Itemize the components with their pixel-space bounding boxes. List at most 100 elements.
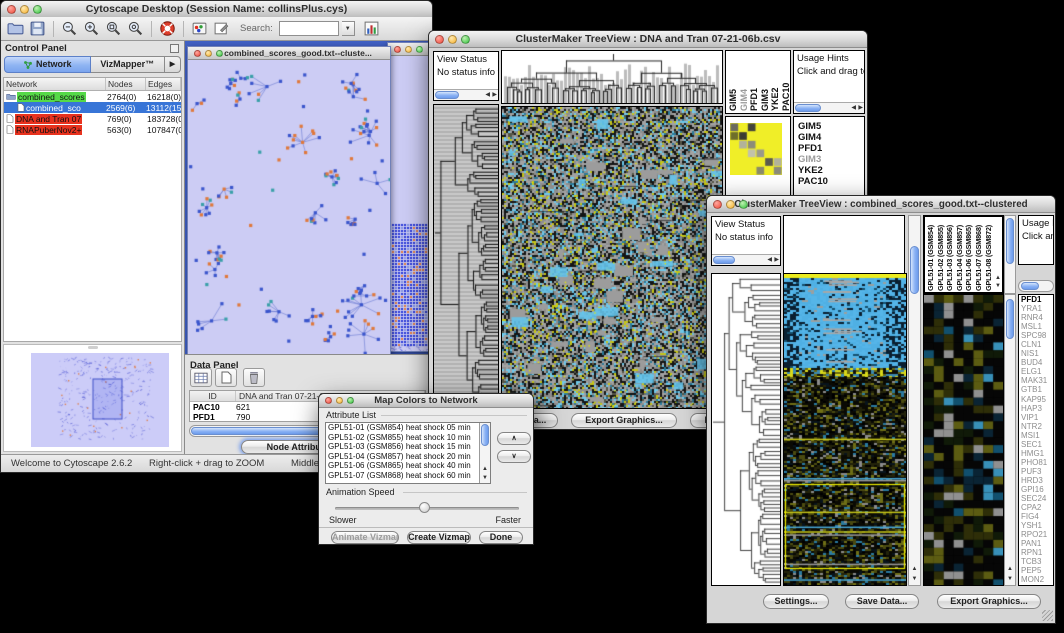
window-controls[interactable] [713, 200, 748, 209]
annotation-icon[interactable] [212, 19, 231, 38]
view-status-scrollbar[interactable]: ◀ ▶ [712, 254, 780, 265]
dna-heatmap-canvas[interactable] [502, 107, 722, 408]
usage-hints-scrollbar[interactable]: ◀ ▶ [794, 102, 864, 113]
minimize-icon[interactable] [20, 5, 29, 14]
scroll-left-icon[interactable]: ◀ [485, 92, 490, 99]
save-data-button[interactable]: Save Data... [845, 594, 919, 609]
resize-grip[interactable] [1042, 610, 1053, 621]
float-panel-icon[interactable] [170, 44, 179, 53]
dna-heatmap-panel[interactable] [501, 106, 723, 409]
network-canvas[interactable] [188, 60, 390, 354]
attribute-listbox[interactable]: GPL51-01 (GSM854) heat shock 05 minGPL51… [325, 422, 491, 484]
dna-export-graphics-button[interactable]: Export Graphics... [571, 413, 677, 428]
window-controls[interactable] [325, 397, 354, 404]
scroll-up-icon[interactable]: ▲ [1005, 566, 1015, 573]
gene-label[interactable]: GPI16 [1019, 485, 1053, 494]
gene-label[interactable]: NTR2 [1019, 422, 1053, 431]
gene-label[interactable]: NIS1 [1019, 349, 1053, 358]
scroll-right-icon[interactable]: ▶ [492, 92, 497, 99]
close-icon[interactable] [194, 50, 201, 57]
gene-label[interactable]: ELG1 [1019, 367, 1053, 376]
vizmapper-icon[interactable] [190, 19, 209, 38]
dna-titlebar[interactable]: ClusterMaker TreeView : DNA and Tran 07-… [429, 31, 867, 48]
combined-detail-panel[interactable] [923, 294, 1004, 586]
minimize-icon[interactable] [726, 200, 735, 209]
zoom-in-icon[interactable] [82, 19, 101, 38]
dialog-titlebar[interactable]: Map Colors to Network [319, 394, 533, 408]
gene-label[interactable]: MSL1 [1019, 322, 1053, 331]
id-column-header[interactable]: ID [190, 391, 236, 401]
search-dropdown-button[interactable]: ▼ [342, 21, 355, 36]
network-table-header[interactable]: Network Nodes Edges [4, 78, 181, 91]
gene-label[interactable]: YRA1 [1019, 304, 1053, 313]
gene-label[interactable]: KAP95 [1019, 395, 1053, 404]
gene-label[interactable]: CPA2 [1019, 503, 1053, 512]
animate-vizmap-button[interactable]: Animate Vizmap [331, 531, 399, 544]
window-controls[interactable] [394, 46, 423, 53]
combined-heatmap-canvas[interactable] [784, 274, 906, 585]
dna-row-dendrogram-panel[interactable] [433, 104, 499, 409]
network-row[interactable]: RNAPuberNov2+ 563(0) 107847(0) [4, 124, 181, 135]
network-row[interactable]: combined_scores 2764(0) 16218(0) [4, 91, 181, 102]
gene-label[interactable]: TCB3 [1019, 557, 1053, 566]
zoom-out-icon[interactable] [60, 19, 79, 38]
gene-label[interactable]: GIM5 [796, 121, 864, 132]
zoom-window-icon[interactable] [416, 46, 423, 53]
gene-label[interactable]: GIM4 [796, 132, 864, 143]
col-nodes[interactable]: Nodes [106, 78, 146, 90]
gene-label[interactable]: PAN1 [1019, 539, 1053, 548]
scroll-up-icon[interactable]: ▲ [909, 566, 920, 573]
zoom-window-icon[interactable] [739, 200, 748, 209]
scroll-down-icon[interactable]: ▼ [995, 283, 1001, 290]
attribute-item[interactable]: GPL51-06 (GSM865) heat shock 40 min [328, 461, 490, 471]
gene-label[interactable]: MON2 [1019, 575, 1053, 584]
settings-button[interactable]: Settings... [763, 594, 829, 609]
network-overview-canvas[interactable] [31, 353, 169, 447]
create-vizmap-button[interactable]: Create Vizmap [407, 531, 471, 544]
row-dendrogram-canvas[interactable] [712, 274, 780, 585]
close-icon[interactable] [713, 200, 722, 209]
scroll-down-icon[interactable]: ▼ [1005, 576, 1015, 583]
delete-attribute-button[interactable] [243, 368, 265, 387]
child-titlebar[interactable]: combined_scores_good.txt--cluste... [188, 47, 390, 60]
gene-label[interactable]: CLN1 [1019, 340, 1053, 349]
close-icon[interactable] [7, 5, 16, 14]
scroll-left-icon[interactable]: ◀ [851, 105, 856, 112]
network-canvas-grid[interactable] [388, 56, 432, 351]
open-file-button[interactable] [6, 19, 25, 38]
gene-label[interactable]: MAK31 [1019, 376, 1053, 385]
combined-titlebar[interactable]: ClusterMaker TreeView : combined_scores_… [707, 196, 1055, 213]
attribute-item[interactable]: GPL51-02 (GSM855) heat shock 10 min [328, 433, 490, 443]
close-icon[interactable] [435, 35, 444, 44]
combined-row-dendrogram-panel[interactable] [711, 273, 781, 586]
col-network[interactable]: Network [4, 78, 106, 90]
gene-label[interactable]: HRD3 [1019, 476, 1053, 485]
table-mode-button[interactable] [190, 368, 212, 387]
zoom-window-icon[interactable] [33, 5, 42, 14]
search-input[interactable] [279, 21, 339, 36]
gene-label[interactable]: BUD4 [1019, 358, 1053, 367]
network-view-window-2[interactable] [387, 42, 432, 352]
attribute-item[interactable]: GPL51-07 (GSM868) heat shock 60 min [328, 471, 490, 481]
window-controls[interactable] [194, 50, 223, 57]
window-controls[interactable] [435, 35, 470, 44]
gene-label[interactable]: PFD1 [1019, 295, 1053, 304]
speed-slider-thumb[interactable] [419, 502, 430, 513]
gene-label[interactable]: SEC24 [1019, 494, 1053, 503]
correlation-matrix-canvas[interactable] [730, 123, 782, 175]
scroll-up-icon[interactable]: ▲ [995, 275, 1001, 282]
gene-label[interactable]: GTB1 [1019, 385, 1053, 394]
scroll-left-icon[interactable]: ◀ [767, 257, 772, 264]
gene-label[interactable]: PUF3 [1019, 467, 1053, 476]
gene-label[interactable]: RPO21 [1019, 530, 1053, 539]
zoom-selected-icon[interactable] [104, 19, 123, 38]
attribute-item[interactable]: GPL51-04 (GSM857) heat shock 20 min [328, 452, 490, 462]
gene-label[interactable]: VIP1 [1019, 413, 1053, 422]
detail-vscrollbar[interactable]: ▲ ▼ [1004, 294, 1016, 586]
combined-heatmap-panel[interactable] [783, 273, 907, 586]
minimize-icon[interactable] [205, 50, 212, 57]
network-view-window[interactable]: combined_scores_good.txt--cluste... [187, 46, 391, 354]
export-graphics-button[interactable]: Export Graphics... [937, 594, 1041, 609]
minimize-icon[interactable] [448, 35, 457, 44]
listbox-scrollbar[interactable]: ▲ ▼ [479, 423, 490, 483]
